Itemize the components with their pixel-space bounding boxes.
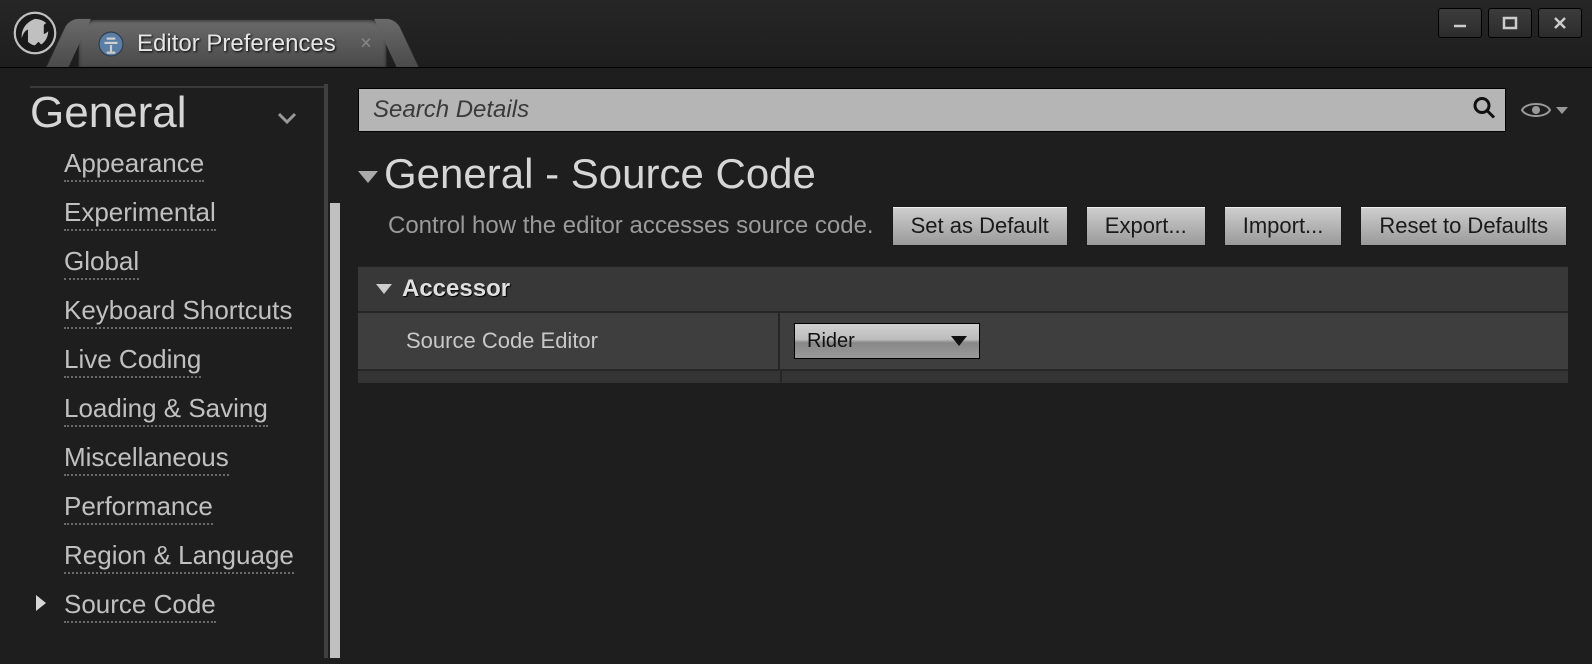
visibility-toggle[interactable] — [1520, 99, 1568, 121]
chevron-down-icon — [951, 336, 967, 346]
collapse-triangle-icon — [376, 284, 392, 294]
chevron-down-icon — [1556, 107, 1568, 114]
column-divider — [780, 371, 782, 383]
page-description: Control how the editor accesses source c… — [388, 212, 874, 240]
sidebar-item-experimental[interactable]: Experimental — [64, 197, 328, 228]
sidebar-item-loading-saving[interactable]: Loading & Saving — [64, 393, 328, 424]
main-area: General Appearance Experimental Global K… — [0, 68, 1592, 664]
tab-close-icon[interactable]: × — [360, 32, 372, 55]
sidebar-item-label: Live Coding — [64, 344, 201, 378]
page-title: General - Source Code — [384, 150, 816, 198]
sidebar-item-label: Appearance — [64, 148, 204, 182]
sidebar-item-label: Source Code — [64, 589, 216, 623]
tab-editor-preferences[interactable]: Editor Preferences × — [78, 19, 387, 67]
dropdown-selected-value: Rider — [807, 330, 855, 353]
selection-marker-icon — [36, 595, 46, 611]
search-icon — [1472, 96, 1496, 125]
sidebar-item-label: Loading & Saving — [64, 393, 268, 427]
page-title-row[interactable]: General - Source Code — [358, 150, 1568, 198]
reset-to-defaults-button[interactable]: Reset to Defaults — [1360, 206, 1567, 246]
section-title: Accessor — [402, 275, 510, 303]
section-footer — [358, 369, 1568, 383]
sidebar-item-global[interactable]: Global — [64, 246, 328, 277]
set-as-default-button[interactable]: Set as Default — [892, 206, 1068, 246]
tab-title: Editor Preferences — [137, 30, 336, 58]
collapse-triangle-icon — [358, 171, 378, 183]
sidebar-item-source-code[interactable]: Source Code — [64, 589, 328, 620]
window-controls — [1438, 8, 1582, 38]
chevron-down-icon — [276, 108, 298, 128]
import-button[interactable]: Import... — [1224, 206, 1343, 246]
property-row-source-code-editor: Source Code Editor Rider — [358, 311, 1568, 369]
sidebar-item-region-language[interactable]: Region & Language — [64, 540, 328, 571]
title-bar: Editor Preferences × — [0, 0, 1592, 68]
sidebar-item-label: Region & Language — [64, 540, 294, 574]
property-label: Source Code Editor — [358, 313, 780, 369]
preferences-tab-icon — [97, 30, 125, 58]
minimize-button[interactable] — [1438, 8, 1482, 38]
sidebar-item-label: Global — [64, 246, 139, 280]
maximize-button[interactable] — [1488, 8, 1532, 38]
eye-icon — [1520, 99, 1552, 121]
sidebar: General Appearance Experimental Global K… — [0, 68, 328, 664]
sidebar-item-appearance[interactable]: Appearance — [64, 148, 328, 179]
source-code-editor-dropdown[interactable]: Rider — [794, 323, 980, 359]
sidebar-item-keyboard-shortcuts[interactable]: Keyboard Shortcuts — [64, 295, 328, 326]
sidebar-item-label: Keyboard Shortcuts — [64, 295, 292, 329]
section-header[interactable]: Accessor — [358, 267, 1568, 311]
sidebar-item-live-coding[interactable]: Live Coding — [64, 344, 328, 375]
close-button[interactable] — [1538, 8, 1582, 38]
export-button[interactable]: Export... — [1086, 206, 1206, 246]
sidebar-section-heading[interactable]: General — [30, 86, 328, 138]
sidebar-item-label: Miscellaneous — [64, 442, 229, 476]
content-panel: General - Source Code Control how the ed… — [328, 68, 1592, 664]
sidebar-list: Appearance Experimental Global Keyboard … — [30, 148, 328, 620]
sidebar-item-label: Experimental — [64, 197, 216, 231]
search-input[interactable] — [358, 88, 1506, 132]
sidebar-heading-label: General — [30, 88, 187, 138]
section-accessor: Accessor Source Code Editor Rider — [358, 266, 1568, 383]
sidebar-item-label: Performance — [64, 491, 213, 525]
sidebar-item-miscellaneous[interactable]: Miscellaneous — [64, 442, 328, 473]
search-wrap — [358, 88, 1506, 132]
sidebar-item-performance[interactable]: Performance — [64, 491, 328, 522]
